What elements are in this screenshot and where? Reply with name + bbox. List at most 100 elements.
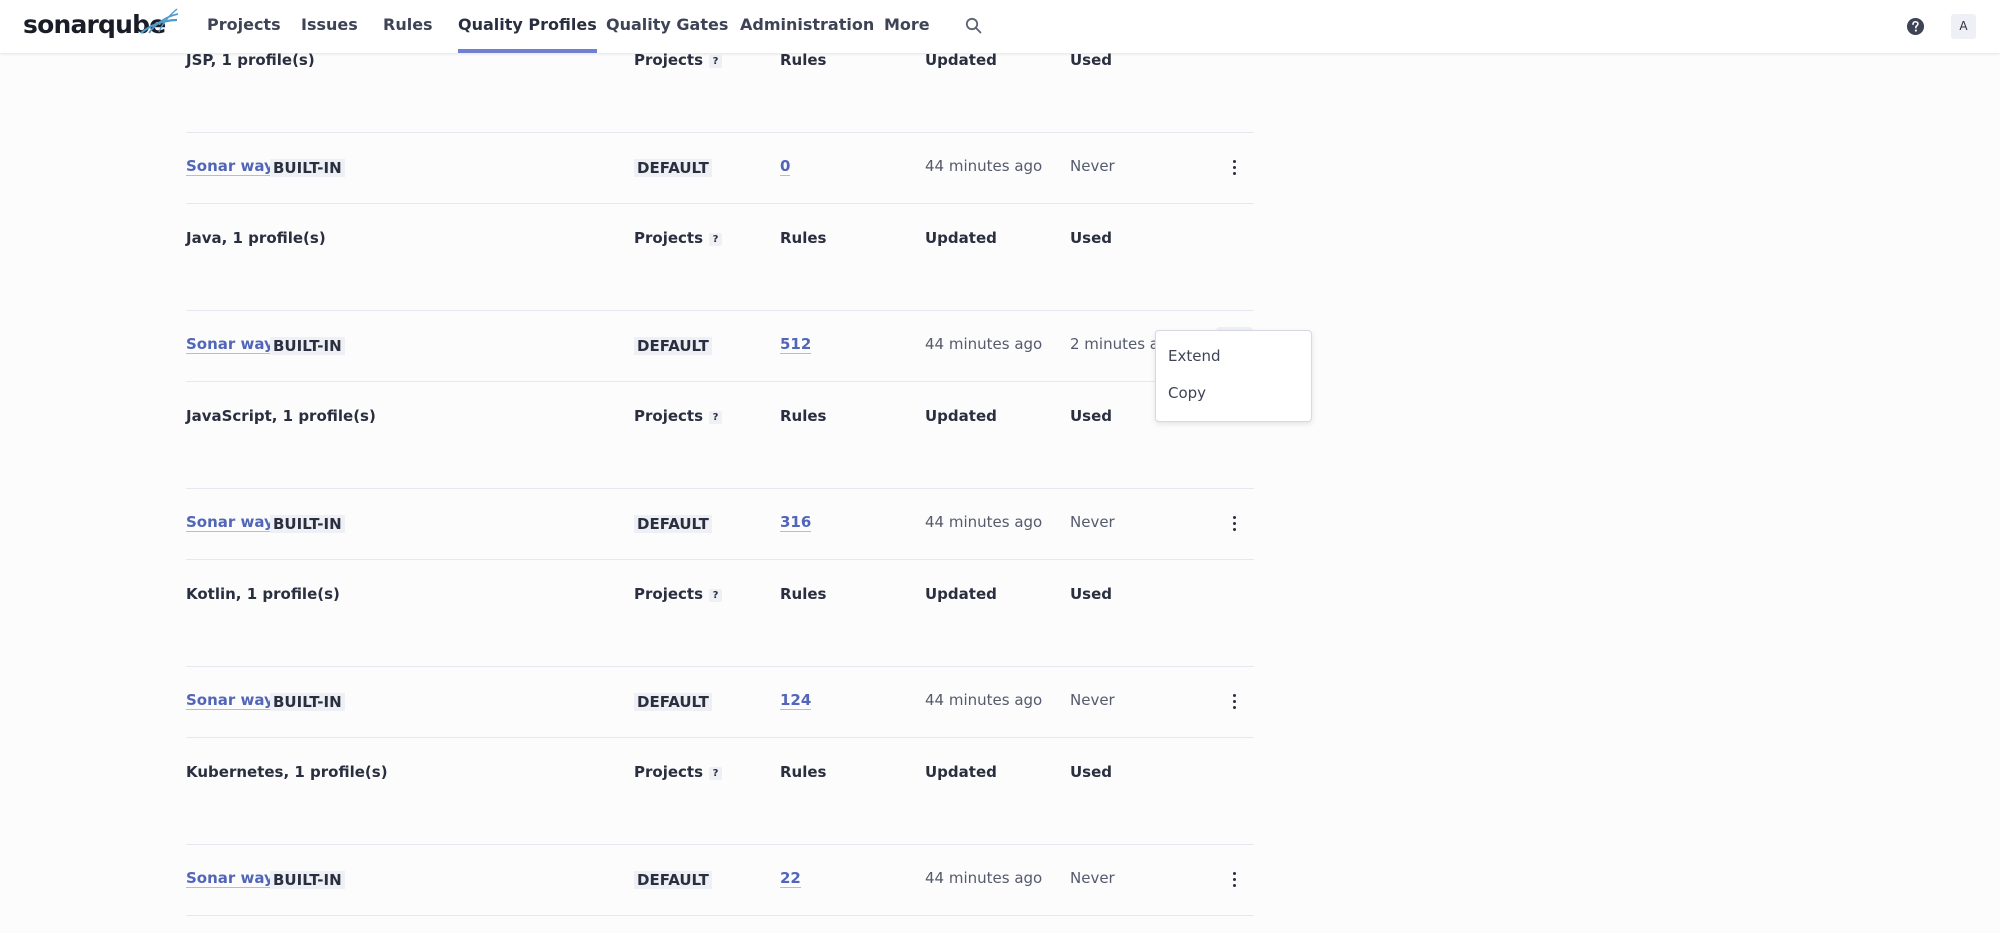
used-value: Never (1070, 157, 1115, 175)
built-in-badge: BUILT-IN (270, 693, 345, 711)
default-badge: DEFAULT (634, 159, 712, 177)
more-vertical-icon (1233, 700, 1236, 703)
more-vertical-icon (1233, 872, 1236, 875)
rules-count-link[interactable]: 0 (780, 157, 791, 176)
rules-count-link[interactable]: 512 (780, 335, 812, 354)
language-title: Java, 1 profile(s) (186, 229, 326, 247)
column-header-used: Used (1070, 51, 1113, 69)
language-section-jsp: JSP, 1 profile(s) Projects? Rules Update… (186, 43, 1254, 221)
language-title: JSP, 1 profile(s) (186, 51, 315, 69)
profile-name-link[interactable]: Sonar way (186, 691, 274, 710)
column-header-used: Used (1070, 585, 1113, 603)
top-navigation-bar: sonarqube Projects Issues Rules Quality … (0, 0, 2000, 53)
nav-projects[interactable]: Projects (207, 0, 281, 53)
column-header-updated: Updated (925, 407, 997, 425)
updated-value: 44 minutes ago (925, 691, 1043, 709)
projects-help-icon[interactable]: ? (709, 411, 723, 424)
default-badge: DEFAULT (634, 871, 712, 889)
menu-item-copy[interactable]: Copy (1168, 384, 1206, 402)
column-header-projects: Projects? (634, 407, 723, 425)
profile-row: Sonar way BUILT-IN DEFAULT 124 44 minute… (186, 666, 1254, 738)
column-header-used: Used (1070, 407, 1113, 425)
more-vertical-icon (1233, 516, 1236, 519)
logo-arc-icon (140, 8, 179, 34)
section-header-row: JSP, 1 profile(s) Projects? Rules Update… (186, 43, 1254, 133)
nav-issues[interactable]: Issues (301, 0, 358, 53)
projects-header-label: Projects (634, 407, 704, 425)
updated-value: 44 minutes ago (925, 869, 1043, 887)
language-section-javascript: JavaScript, 1 profile(s) Projects? Rules… (186, 399, 1254, 577)
section-header-row: Java, 1 profile(s) Projects? Rules Updat… (186, 221, 1254, 311)
nav-quality-profiles[interactable]: Quality Profiles (458, 0, 597, 53)
language-title: JavaScript, 1 profile(s) (186, 407, 376, 425)
profile-name-link[interactable]: Sonar way (186, 869, 274, 888)
nav-rules[interactable]: Rules (383, 0, 433, 53)
built-in-badge: BUILT-IN (270, 871, 345, 889)
profile-name-link[interactable]: Sonar way (186, 335, 274, 354)
nav-more[interactable]: More (884, 0, 930, 53)
profile-name-link[interactable]: Sonar way (186, 513, 274, 532)
projects-help-icon[interactable]: ? (709, 767, 723, 780)
column-header-projects: Projects? (634, 230, 723, 246)
profile-actions-button[interactable] (1216, 683, 1253, 720)
more-vertical-icon (1233, 694, 1236, 697)
updated-value: 44 minutes ago (925, 513, 1043, 531)
language-title: Kubernetes, 1 profile(s) (186, 763, 388, 781)
column-header-used: Used (1070, 763, 1113, 781)
column-header-updated: Updated (925, 763, 997, 781)
menu-item-extend[interactable]: Extend (1168, 347, 1221, 365)
updated-value: 44 minutes ago (925, 157, 1043, 175)
nav-administration[interactable]: Administration (740, 0, 874, 53)
section-header-row: Kotlin, 1 profile(s) Projects? Rules Upd… (186, 577, 1254, 667)
profile-row: Sonar way BUILT-IN DEFAULT 512 44 minute… (186, 310, 1254, 382)
section-header-row: Kubernetes, 1 profile(s) Projects? Rules… (186, 755, 1254, 845)
sonarqube-logo[interactable]: sonarqube (23, 8, 179, 41)
user-avatar[interactable]: A (1951, 14, 1976, 39)
profile-row: Sonar way BUILT-IN DEFAULT 0 44 minutes … (186, 132, 1254, 204)
used-value: Never (1070, 513, 1115, 531)
more-vertical-icon (1233, 878, 1236, 881)
column-header-rules: Rules (780, 763, 827, 781)
nav-quality-gates[interactable]: Quality Gates (606, 0, 728, 53)
used-value: Never (1070, 869, 1115, 887)
profile-actions-button[interactable] (1216, 505, 1253, 542)
search-icon[interactable] (964, 16, 984, 36)
profile-actions-button[interactable] (1216, 861, 1253, 898)
language-section-kotlin: Kotlin, 1 profile(s) Projects? Rules Upd… (186, 577, 1254, 755)
default-badge: DEFAULT (634, 515, 712, 533)
rules-count-link[interactable]: 316 (780, 513, 812, 532)
profile-actions-menu: Extend Copy (1155, 330, 1312, 422)
language-section-kubernetes: Kubernetes, 1 profile(s) Projects? Rules… (186, 755, 1254, 933)
rules-count-link[interactable]: 22 (780, 869, 801, 888)
more-vertical-icon (1233, 160, 1236, 163)
more-vertical-icon (1233, 706, 1236, 709)
column-header-rules: Rules (780, 229, 827, 247)
column-header-projects: Projects? (634, 585, 723, 603)
built-in-badge: BUILT-IN (270, 159, 345, 177)
more-vertical-icon (1233, 172, 1236, 175)
help-icon[interactable] (1906, 17, 1925, 36)
column-header-rules: Rules (780, 51, 827, 69)
default-badge: DEFAULT (634, 693, 712, 711)
projects-help-icon[interactable]: ? (709, 589, 723, 602)
projects-help-icon[interactable]: ? (709, 233, 723, 246)
profile-name-link[interactable]: Sonar way (186, 157, 274, 176)
built-in-badge: BUILT-IN (270, 337, 345, 355)
column-header-updated: Updated (925, 585, 997, 603)
more-vertical-icon (1233, 166, 1236, 169)
column-header-updated: Updated (925, 51, 997, 69)
more-vertical-icon (1233, 884, 1236, 887)
projects-help-icon[interactable]: ? (709, 55, 723, 68)
profile-row: Sonar way BUILT-IN DEFAULT 22 44 minutes… (186, 844, 1254, 916)
projects-header-label: Projects (634, 763, 704, 781)
column-header-projects: Projects? (634, 763, 723, 781)
profile-actions-button[interactable] (1216, 149, 1253, 186)
rules-count-link[interactable]: 124 (780, 691, 812, 710)
language-title: Kotlin, 1 profile(s) (186, 585, 340, 603)
column-header-updated: Updated (925, 229, 997, 247)
updated-value: 44 minutes ago (925, 335, 1043, 353)
more-vertical-icon (1233, 522, 1236, 525)
column-header-rules: Rules (780, 407, 827, 425)
default-badge: DEFAULT (634, 337, 712, 355)
projects-header-label: Projects (634, 585, 704, 603)
